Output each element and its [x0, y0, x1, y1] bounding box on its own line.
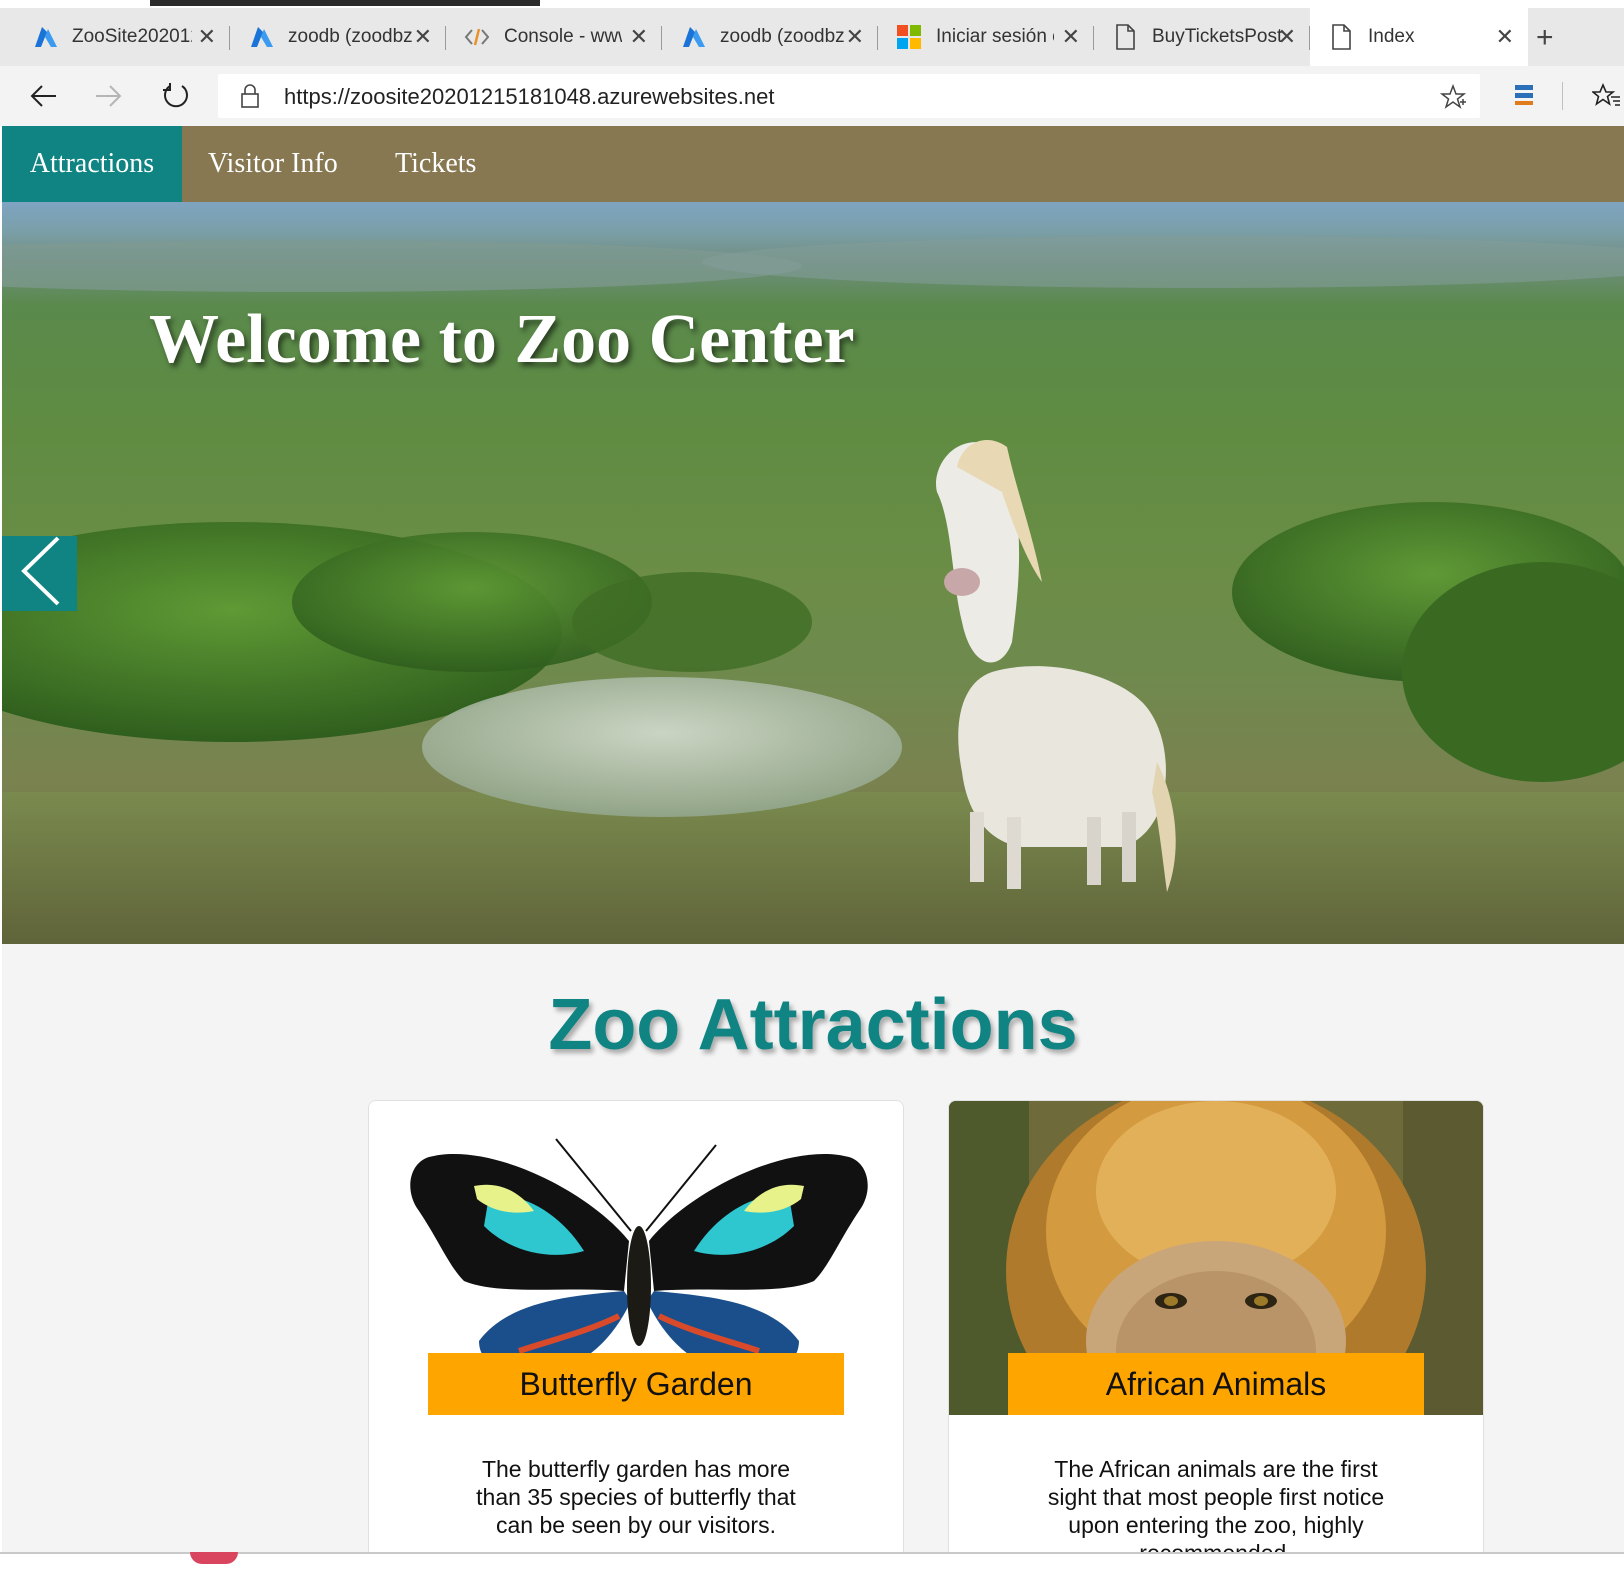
url-text[interactable]: https://zoosite20201215181048.azurewebsi… — [284, 84, 774, 110]
page-icon — [1326, 22, 1356, 52]
close-tab-icon[interactable]: ✕ — [1496, 24, 1514, 50]
azure-icon — [246, 22, 276, 52]
window-top-edge — [150, 0, 540, 6]
card-label[interactable]: Butterfly Garden — [428, 1353, 844, 1415]
tab-label: zoodb (zoodbzoo — [288, 26, 413, 47]
tab-label: Index — [1368, 26, 1415, 47]
browser-tab[interactable]: BuyTicketsPost ✕ — [1094, 8, 1310, 66]
collections-icon[interactable] — [1504, 76, 1544, 116]
card-label[interactable]: African Animals — [1008, 1353, 1424, 1415]
address-bar[interactable]: https://zoosite20201215181048.azurewebsi… — [218, 74, 1480, 118]
lock-icon — [240, 84, 260, 113]
nav-attractions[interactable]: Attractions — [2, 126, 182, 202]
card-description: The African animals are the first sight … — [1047, 1456, 1385, 1552]
horse-figure — [936, 439, 1176, 892]
attraction-card-african-animals[interactable]: African Animals The African animals are … — [948, 1100, 1484, 1552]
tab-label: BuyTicketsPost — [1152, 26, 1282, 47]
attractions-section: Zoo Attractions Butterfly Garden The but… — [2, 944, 1624, 1552]
browser-tab-active[interactable]: Index ✕ — [1310, 8, 1528, 66]
browser-tab-bar: ZooSite20201215 ✕ zoodb (zoodbzoo ✕ Cons… — [0, 8, 1624, 66]
card-description: The butterfly garden has more than 35 sp… — [476, 1456, 796, 1538]
azure-icon — [30, 22, 60, 52]
close-tab-icon[interactable]: ✕ — [630, 24, 648, 50]
hero-carousel: Welcome to Zoo Center — [2, 202, 1624, 944]
page-icon — [1110, 22, 1140, 52]
browser-tab[interactable]: Console - www.w ✕ — [446, 8, 662, 66]
favorites-icon[interactable] — [1588, 76, 1624, 116]
close-tab-icon[interactable]: ✕ — [1062, 24, 1080, 50]
devtools-icon — [462, 22, 492, 52]
browser-tab[interactable]: zoodb (zoodbzoo ✕ — [662, 8, 878, 66]
nav-tickets[interactable]: Tickets — [395, 126, 476, 202]
forward-icon[interactable] — [88, 76, 128, 116]
attraction-card-butterfly[interactable]: Butterfly Garden The butterfly garden ha… — [368, 1100, 904, 1552]
site-nav: Attractions Visitor Info Tickets — [2, 126, 1624, 202]
azure-icon — [678, 22, 708, 52]
chevron-left-icon — [18, 536, 62, 611]
close-tab-icon[interactable]: ✕ — [1278, 24, 1296, 50]
nav-visitor-info[interactable]: Visitor Info — [208, 126, 338, 202]
hero-title: Welcome to Zoo Center — [149, 301, 855, 378]
browser-tab[interactable]: zoodb (zoodbzoo ✕ — [230, 8, 446, 66]
new-tab-icon[interactable]: + — [1536, 23, 1554, 53]
section-title: Zoo Attractions — [548, 985, 1078, 1065]
browser-toolbar: https://zoosite20201215181048.azurewebsi… — [0, 66, 1624, 126]
favorite-star-icon[interactable] — [1439, 83, 1467, 115]
tab-label: ZooSite20201215 — [72, 26, 192, 47]
tab-label: zoodb (zoodbzoo — [720, 26, 845, 47]
browser-tab[interactable]: ZooSite20201215 ✕ — [14, 8, 230, 66]
back-icon[interactable] — [24, 76, 64, 116]
microsoft-icon — [894, 22, 924, 52]
close-tab-icon[interactable]: ✕ — [414, 24, 432, 50]
tab-label: Console - www.w — [504, 26, 622, 47]
window-bottom-strip — [0, 1554, 1624, 1570]
refresh-icon[interactable] — [156, 76, 196, 116]
tab-label: Iniciar sesión en — [936, 26, 1054, 47]
browser-tab[interactable]: Iniciar sesión en ✕ — [878, 8, 1094, 66]
toolbar-separator — [1562, 82, 1563, 110]
window-top-strip — [0, 0, 1624, 8]
taskbar-app-icon — [190, 1552, 238, 1564]
carousel-prev-button[interactable] — [2, 536, 77, 611]
close-tab-icon[interactable]: ✕ — [198, 24, 216, 50]
close-tab-icon[interactable]: ✕ — [846, 24, 864, 50]
